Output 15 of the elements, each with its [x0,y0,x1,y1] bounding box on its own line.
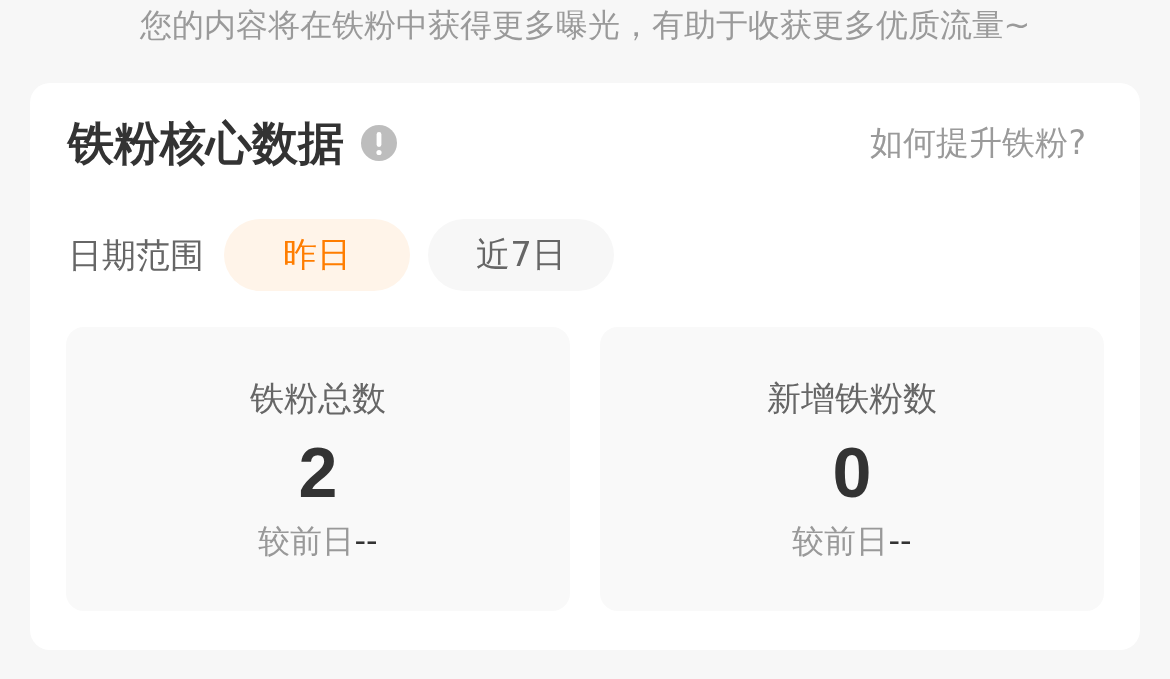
stat-value: 0 [832,433,872,513]
date-range-label: 日期范围 [68,234,204,277]
notice-text: 您的内容将在铁粉中获得更多曝光，有助于收获更多优质流量~ [138,5,1032,46]
stat-label: 铁粉总数 [250,377,386,420]
card-title: 铁粉核心数据 [68,115,344,171]
info-icon[interactable] [361,125,397,161]
compare-value: -- [354,521,378,562]
compare-label: 较前日 [258,521,355,562]
compare-label: 较前日 [792,521,889,562]
stat-value: 2 [298,433,338,513]
date-range-tab[interactable]: 昨日 [224,219,410,291]
compare-value: -- [888,521,912,562]
help-link[interactable]: 如何提升铁粉? [870,121,1086,165]
date-range-tab[interactable]: 近7日 [428,219,614,291]
stat-label: 新增铁粉数 [767,377,937,420]
